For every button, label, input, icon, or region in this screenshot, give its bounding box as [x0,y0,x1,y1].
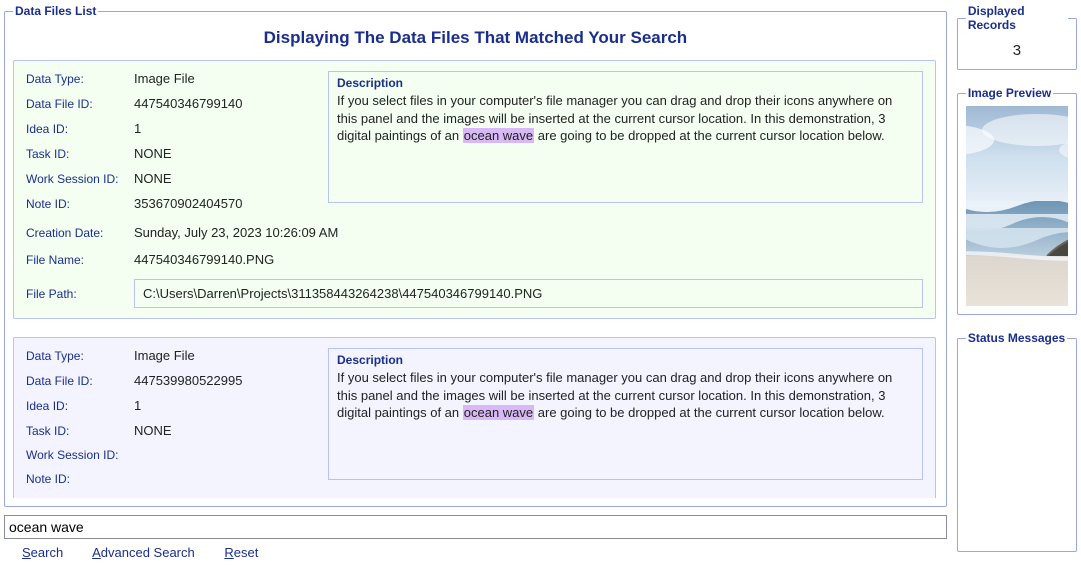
label-description: Description [337,76,914,90]
value-work-session-id: NONE [134,171,316,186]
record-card[interactable]: Data Type:Image File Data File ID:447540… [13,60,936,319]
label-task-id: Task ID: [26,424,134,438]
value-data-file-id: 447540346799140 [134,96,316,111]
records-scroll-region[interactable]: Data Type:Image File Data File ID:447540… [13,60,938,498]
value-data-type: Image File [134,348,316,363]
data-files-list-panel: Data Files List Displaying The Data File… [4,4,947,507]
search-highlight: ocean wave [463,405,534,420]
value-task-id: NONE [134,146,316,161]
displayed-records-panel: Displayed Records 3 [957,4,1077,70]
status-messages-panel: Status Messages [957,331,1077,552]
label-idea-id: Idea ID: [26,122,134,136]
label-file-path: File Path: [26,287,134,301]
ocean-wave-image-icon [966,106,1068,306]
search-input[interactable] [4,515,947,539]
image-preview-content [966,106,1068,306]
label-idea-id: Idea ID: [26,399,134,413]
label-data-type: Data Type: [26,72,134,86]
label-work-session-id: Work Session ID: [26,172,134,186]
data-files-list-legend: Data Files List [13,4,98,18]
reset-link[interactable]: Reset [224,545,258,560]
label-data-file-id: Data File ID: [26,374,134,388]
search-link[interactable]: Search [22,545,63,560]
value-idea-id: 1 [134,398,316,413]
status-messages-legend: Status Messages [966,331,1067,345]
label-work-session-id: Work Session ID: [26,448,134,462]
value-data-type: Image File [134,71,316,86]
label-data-type: Data Type: [26,349,134,363]
record-card[interactable]: Data Type:Image File Data File ID:447539… [13,337,936,498]
image-preview-panel: Image Preview [957,86,1077,315]
label-data-file-id: Data File ID: [26,97,134,111]
label-note-id: Note ID: [26,472,134,486]
advanced-search-link[interactable]: Advanced Search [92,545,195,560]
label-file-name: File Name: [26,253,134,267]
image-preview-legend: Image Preview [966,86,1053,100]
description-text: If you select files in your computer's f… [337,369,914,422]
value-task-id: NONE [134,423,316,438]
value-idea-id: 1 [134,121,316,136]
list-title: Displaying The Data Files That Matched Y… [13,28,938,48]
label-creation-date: Creation Date: [26,226,134,240]
label-task-id: Task ID: [26,147,134,161]
displayed-records-legend: Displayed Records [966,4,1068,32]
value-note-id: 353670902404570 [134,196,316,211]
label-description: Description [337,353,914,367]
value-file-path: C:\Users\Darren\Projects\311358443264238… [134,279,923,308]
value-data-file-id: 447539980522995 [134,373,316,388]
description-box: Description If you select files in your … [328,348,923,480]
label-note-id: Note ID: [26,197,134,211]
search-highlight: ocean wave [463,128,534,143]
value-file-name: 447540346799140.PNG [134,252,923,267]
displayed-records-count: 3 [966,38,1068,61]
description-box: Description If you select files in your … [328,71,923,203]
value-creation-date: Sunday, July 23, 2023 10:26:09 AM [134,225,923,240]
description-text: If you select files in your computer's f… [337,92,914,145]
